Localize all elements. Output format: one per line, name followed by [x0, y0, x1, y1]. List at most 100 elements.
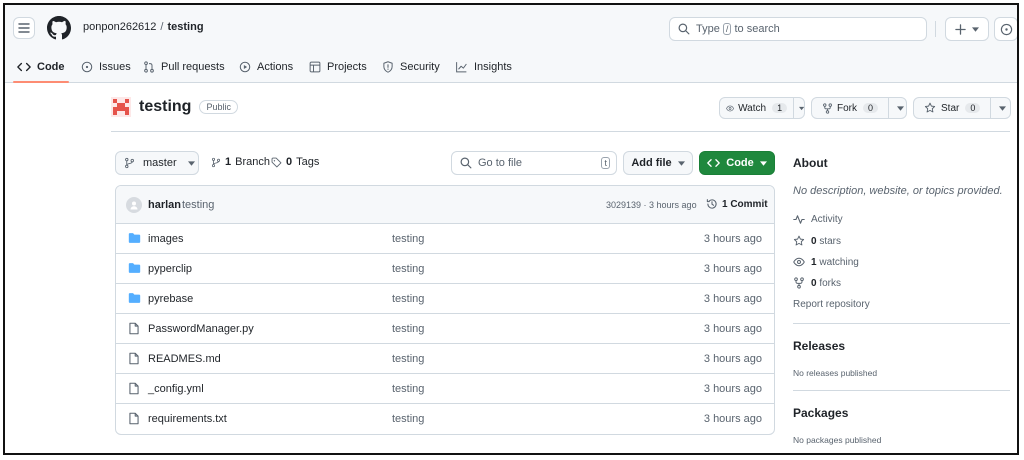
- table-row[interactable]: images testing 3 hours ago: [116, 224, 774, 254]
- stars-label: stars: [819, 235, 842, 247]
- global-search-input[interactable]: Type / to search: [669, 17, 927, 41]
- table-row[interactable]: requirements.txt testing 3 hours ago: [116, 404, 774, 434]
- identicon-avatar-icon: [111, 97, 131, 117]
- eye-icon: [726, 105, 734, 111]
- breadcrumb-repo[interactable]: testing: [167, 21, 203, 33]
- file-updated-time: 3 hours ago: [703, 383, 762, 395]
- header-divider: [935, 21, 936, 37]
- releases-empty-text: No releases published: [793, 368, 878, 378]
- file-updated-time: 3 hours ago: [703, 263, 762, 275]
- watch-label: Watch: [738, 102, 767, 114]
- tab-security[interactable]: Security: [382, 51, 440, 82]
- fork-icon: [823, 102, 832, 114]
- fork-label: Fork: [837, 102, 857, 114]
- issues-overview-button[interactable]: [994, 17, 1017, 41]
- tags-link[interactable]: 0 Tags: [271, 156, 319, 168]
- watching-link[interactable]: 1 watching: [793, 256, 859, 268]
- report-repository-link[interactable]: Report repository: [793, 299, 870, 310]
- tab-label: Insights: [474, 60, 512, 73]
- watch-button[interactable]: Watch 1: [719, 97, 805, 119]
- code-icon: [707, 159, 721, 167]
- code-dropdown-button[interactable]: Code: [699, 151, 775, 175]
- activity-label: Activity: [811, 214, 843, 225]
- star-icon: [793, 235, 805, 246]
- hamburger-menu-button[interactable]: [13, 17, 35, 39]
- breadcrumb-owner[interactable]: ponpon262612: [83, 21, 156, 33]
- file-icon: [128, 412, 140, 425]
- go-to-file-shortcut: t: [601, 157, 610, 169]
- file-commit-message[interactable]: testing: [392, 263, 424, 275]
- file-name[interactable]: PasswordManager.py: [148, 323, 254, 335]
- file-name[interactable]: _config.yml: [148, 383, 204, 395]
- activity-link[interactable]: Activity: [793, 214, 843, 225]
- repo-header-divider: [111, 131, 1010, 132]
- caret-down-icon: [897, 105, 905, 111]
- tab-projects[interactable]: Projects: [309, 51, 367, 82]
- branch-select-button[interactable]: master: [115, 151, 199, 175]
- breadcrumb-separator: /: [160, 21, 164, 33]
- commit-count-label: 1 Commit: [722, 198, 768, 210]
- table-row[interactable]: pyperclip testing 3 hours ago: [116, 254, 774, 284]
- tab-label: Security: [400, 60, 440, 73]
- file-name[interactable]: READMES.md: [148, 353, 221, 365]
- table-row[interactable]: READMES.md testing 3 hours ago: [116, 344, 774, 374]
- table-row[interactable]: pyrebase testing 3 hours ago: [116, 284, 774, 314]
- tab-actions[interactable]: Actions: [239, 51, 293, 82]
- file-name[interactable]: requirements.txt: [148, 413, 227, 425]
- table-row[interactable]: PasswordManager.py testing 3 hours ago: [116, 314, 774, 344]
- github-logo-icon[interactable]: [47, 16, 71, 40]
- file-commit-message[interactable]: testing: [392, 233, 424, 245]
- file-list: harlan testing 3029139 · 3 hours ago 1 C…: [115, 185, 775, 435]
- branches-count: 1: [225, 156, 232, 168]
- tab-insights[interactable]: Insights: [455, 51, 512, 82]
- fork-count: 0: [863, 103, 879, 113]
- file-commit-message[interactable]: testing: [392, 323, 424, 335]
- repo-name[interactable]: testing: [139, 98, 191, 116]
- file-icon: [128, 322, 140, 335]
- graph-icon: [456, 61, 467, 72]
- create-new-button[interactable]: [945, 17, 989, 41]
- file-name[interactable]: images: [148, 233, 183, 245]
- file-commit-message[interactable]: testing: [392, 353, 424, 365]
- file-name[interactable]: pyperclip: [148, 263, 192, 275]
- about-heading: About: [793, 156, 828, 170]
- tab-label: Projects: [327, 60, 367, 73]
- watch-count: 1: [772, 103, 788, 113]
- file-updated-time: 3 hours ago: [703, 323, 762, 335]
- add-file-label: Add file: [631, 157, 672, 169]
- tags-label: Tags: [296, 156, 320, 168]
- star-button[interactable]: Star 0: [913, 97, 1011, 119]
- file-commit-message[interactable]: testing: [392, 383, 424, 395]
- stars-link[interactable]: 0 stars: [793, 235, 841, 247]
- avatar[interactable]: [126, 197, 142, 213]
- tab-issues[interactable]: Issues: [81, 51, 131, 82]
- file-commit-message[interactable]: testing: [392, 293, 424, 305]
- sidebar-divider: [793, 390, 1010, 391]
- commit-author[interactable]: harlan: [148, 199, 181, 211]
- caret-down-icon: [759, 160, 767, 166]
- shield-icon: [383, 60, 393, 73]
- packages-heading[interactable]: Packages: [793, 406, 848, 420]
- add-file-button[interactable]: Add file: [623, 151, 693, 175]
- file-commit-message[interactable]: testing: [392, 413, 424, 425]
- branches-link[interactable]: 1 Branch: [211, 156, 270, 168]
- commits-link[interactable]: 1 Commit: [706, 198, 768, 210]
- releases-heading[interactable]: Releases: [793, 339, 845, 353]
- play-icon: [239, 61, 251, 72]
- folder-icon: [128, 232, 141, 244]
- about-description: No description, website, or topics provi…: [793, 185, 1003, 197]
- tab-code[interactable]: Code: [13, 51, 68, 83]
- tab-pull-requests[interactable]: Pull requests: [143, 51, 225, 82]
- watching-label: watching: [819, 256, 859, 268]
- file-name[interactable]: pyrebase: [148, 293, 193, 305]
- commit-hash-time[interactable]: 3029139 · 3 hours ago: [606, 200, 697, 210]
- forks-link[interactable]: 0 forks: [793, 277, 841, 289]
- fork-button[interactable]: Fork 0: [811, 97, 907, 119]
- folder-icon: [128, 292, 141, 304]
- sidebar-divider: [793, 323, 1010, 324]
- file-updated-time: 3 hours ago: [703, 353, 762, 365]
- history-icon: [706, 199, 717, 209]
- table-row[interactable]: _config.yml testing 3 hours ago: [116, 374, 774, 404]
- go-to-file-input[interactable]: Go to file t: [451, 151, 617, 175]
- commit-message[interactable]: testing: [182, 199, 214, 211]
